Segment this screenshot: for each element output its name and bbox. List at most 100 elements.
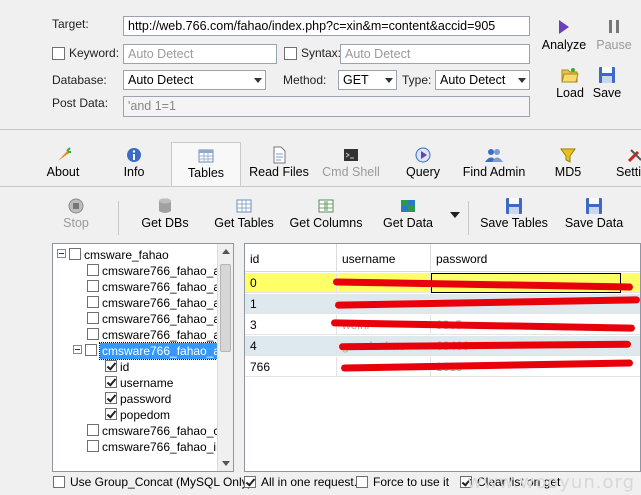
get-data-dropdown[interactable] [449, 211, 461, 220]
tree-checkbox[interactable] [87, 279, 99, 292]
database-label: Database: [52, 73, 107, 87]
tree-checkbox[interactable] [87, 311, 99, 324]
save-tables-button[interactable]: Save Tables [477, 197, 551, 230]
tree-node-label: cmsware766_fahao_ac [102, 295, 227, 310]
column-header-username[interactable]: username [337, 244, 431, 272]
tab-cmd-shell[interactable]: Cmd Shell [320, 142, 382, 186]
database-select[interactable]: Auto Detect [123, 70, 266, 90]
tree-node-table[interactable]: cmsware766_fahao_ac [87, 262, 226, 278]
scroll-up-icon[interactable] [222, 249, 230, 254]
type-value: Auto Detect [440, 73, 506, 87]
tree-node-column[interactable]: username [105, 374, 173, 390]
method-select[interactable]: GET [338, 70, 397, 90]
column-header-password[interactable]: password [431, 244, 640, 272]
tree-node-table[interactable]: cmsware766_fahao_inte [87, 438, 233, 454]
tree-node-column[interactable]: id [105, 358, 129, 374]
tree-node-database[interactable]: cmsware_fahao [57, 246, 169, 262]
group-concat-option[interactable]: Use Group_Concat (MySQL Only) [53, 475, 252, 489]
tree-node-label: username [120, 375, 174, 390]
analyze-button[interactable]: Analyze [541, 18, 587, 52]
analyze-label: Analyze [541, 38, 587, 52]
collapse-icon[interactable] [73, 345, 82, 355]
tree-checkbox[interactable] [87, 263, 99, 276]
users-icon [485, 149, 503, 162]
tree-node-table[interactable]: cmsware766_fahao_ac [87, 294, 226, 310]
tree-checkbox[interactable] [105, 375, 117, 388]
target-input[interactable]: http://web.766.com/fahao/index.php?c=xin… [123, 16, 530, 36]
tree-checkbox[interactable] [87, 295, 99, 308]
tree-checkbox[interactable] [105, 391, 117, 404]
get-columns-button[interactable]: Get Columns [288, 197, 364, 230]
tree-node-label: cmsware766_fahao_ac [102, 327, 227, 342]
keyword-input[interactable]: Auto Detect [123, 44, 277, 64]
tab-about-label: About [46, 165, 80, 179]
tree-checkbox[interactable] [87, 423, 99, 436]
group-concat-checkbox[interactable] [53, 475, 65, 488]
stop-label: Stop [63, 216, 89, 230]
tree-checkbox[interactable] [87, 327, 99, 340]
postdata-label: Post Data: [52, 96, 109, 110]
tree-node-label: cmsware766_fahao_ac [102, 311, 227, 326]
tree-checkbox[interactable] [105, 359, 117, 372]
get-data-button[interactable]: Get Data [380, 197, 436, 230]
pause-button[interactable]: Pause [594, 18, 634, 52]
data-grid[interactable]: id username password 0 1 3 weini 93c5 4 … [244, 243, 641, 472]
scroll-down-icon[interactable] [222, 461, 230, 466]
all-in-one-checkbox[interactable] [244, 475, 256, 488]
column-header-id[interactable]: id [245, 244, 337, 272]
tree-node-table-selected[interactable]: cmsware766_fahao_ad [73, 341, 230, 360]
postdata-input[interactable]: 'and 1=1 [123, 96, 530, 117]
tab-md5[interactable]: MD5 [548, 142, 588, 186]
tree-node-table[interactable]: cmsware766_fahao_ac [87, 310, 226, 326]
database-value: Auto Detect [128, 73, 194, 87]
database-icon [159, 198, 171, 213]
tree-checkbox[interactable] [85, 343, 97, 356]
tree-node-column[interactable]: popedom [105, 406, 170, 422]
tree-checkbox[interactable] [105, 407, 117, 420]
collapse-icon[interactable] [57, 249, 66, 259]
tab-settings[interactable]: Setti [614, 142, 641, 186]
chevron-down-icon [385, 78, 393, 83]
scroll-thumb[interactable] [220, 264, 231, 352]
force-checkbox[interactable] [356, 475, 368, 488]
all-in-one-label: All in one request. [261, 475, 358, 489]
tree-node-label: cmsware766_fahao_ad [99, 341, 230, 360]
tab-find-admin-label: Find Admin [462, 165, 526, 179]
tab-about[interactable]: About [38, 142, 88, 186]
tab-query[interactable]: Query [402, 142, 444, 186]
tab-info[interactable]: Info [111, 142, 157, 186]
file-icon [273, 146, 286, 164]
tree-checkbox[interactable] [87, 439, 99, 452]
all-in-one-option[interactable]: All in one request. [244, 475, 357, 489]
syntax-checkbox[interactable] [284, 47, 297, 60]
floppy-icon [506, 198, 522, 214]
tree-node-table[interactable]: cmsware766_fahao_ca [87, 422, 226, 438]
save-tables-label: Save Tables [480, 216, 548, 230]
cell-id: 3 [245, 315, 337, 335]
syntax-label: Syntax: [301, 46, 342, 60]
type-select[interactable]: Auto Detect [435, 70, 530, 90]
save-button[interactable]: Save [591, 66, 623, 100]
tree-scrollbar[interactable] [217, 244, 233, 471]
tree-node-table[interactable]: cmsware766_fahao_ac [87, 326, 226, 342]
tree-node-table[interactable]: cmsware766_fahao_ac [87, 278, 226, 294]
tree-node-column[interactable]: password [105, 390, 171, 406]
tree-node-label: popedom [120, 407, 171, 422]
tab-find-admin[interactable]: Find Admin [460, 142, 528, 186]
pause-label: Pause [596, 38, 632, 52]
stop-button[interactable]: Stop [58, 197, 94, 230]
keyword-checkbox[interactable] [52, 47, 65, 60]
load-button[interactable]: Load [554, 66, 586, 100]
toolbar-separator [468, 201, 469, 235]
database-tree[interactable]: cmsware_fahao cmsware766_fahao_ac cmswar… [52, 243, 234, 472]
save-data-button[interactable]: Save Data [562, 197, 626, 230]
tab-read-files[interactable]: Read Files [246, 142, 312, 186]
tab-tables[interactable]: Tables [171, 142, 241, 186]
syntax-input[interactable]: Auto Detect [340, 44, 530, 64]
tab-query-label: Query [405, 165, 441, 179]
get-tables-button[interactable]: Get Tables [212, 197, 276, 230]
get-dbs-button[interactable]: Get DBs [140, 197, 190, 230]
tree-checkbox[interactable] [69, 247, 81, 260]
force-option[interactable]: Force to use it [356, 475, 449, 489]
chevron-down-icon [254, 78, 262, 83]
